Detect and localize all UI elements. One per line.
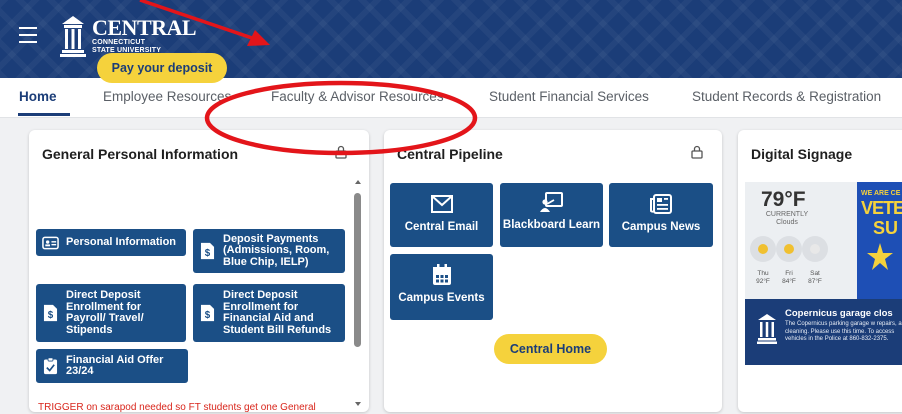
weather-conditions: Clouds [776, 219, 798, 226]
svg-text:$: $ [205, 310, 211, 321]
central-email-button[interactable]: Central Email [390, 183, 493, 247]
presentation-icon [539, 192, 563, 212]
button-label: Direct Deposit Enrollment for Financial … [223, 289, 332, 336]
notice-panel: Copernicus garage clos The Copernicus pa… [745, 299, 902, 365]
university-building-icon [757, 314, 777, 344]
personal-information-button[interactable]: Personal Information [36, 229, 186, 256]
id-card-icon [42, 236, 59, 249]
veterans-banner: WE ARE CE VETE SU [857, 182, 902, 299]
forecast-day-temp: 87°F [808, 278, 822, 285]
weather-panel: 79°F CURRENTLY Clouds Thu 92°F Fri 84°F … [745, 182, 857, 299]
trigger-notice-text: TRIGGER on sarapod needed so FT students… [38, 402, 316, 413]
forecast-day-name: Fri [785, 270, 793, 277]
button-label: Personal Information [66, 235, 177, 248]
main-nav: Home Employee Resources Faculty & Adviso… [0, 78, 902, 118]
scrollbar-thumb[interactable] [354, 193, 361, 347]
star-badge-icon [867, 243, 893, 270]
campus-events-button[interactable]: Campus Events [390, 254, 493, 320]
svg-text:$: $ [48, 310, 54, 321]
button-label: Central Email [404, 221, 479, 233]
logo-title: CENTRAL [92, 15, 197, 40]
financial-aid-offer-button[interactable]: Financial Aid Offer 23/24 [36, 349, 188, 383]
forecast-day-temp: 84°F [782, 278, 796, 285]
button-label: Blackboard Learn [502, 219, 601, 231]
central-home-button[interactable]: Central Home [494, 334, 607, 364]
card-title: General Personal Information [42, 146, 239, 162]
button-label: Campus News [621, 221, 701, 233]
weather-temp: 79°F [761, 188, 806, 211]
notice-text: The Copernicus parking garage w repairs,… [785, 321, 902, 342]
svg-text:$: $ [205, 248, 211, 259]
direct-deposit-financial-aid-button[interactable]: $ Direct Deposit Enrollment for Financia… [193, 284, 345, 342]
forecast-day: Sat 87°F [804, 270, 826, 286]
logo-line-1: CONNECTICUT [92, 39, 146, 46]
notice-title: Copernicus garage clos [785, 308, 893, 319]
weather-forecast-icons [750, 236, 828, 262]
weather-current-label: CURRENTLY [765, 211, 809, 218]
card-title: Digital Signage [751, 146, 853, 162]
direct-deposit-payroll-button[interactable]: $ Direct Deposit Enrollment for Payroll/… [36, 284, 186, 342]
forecast-day: Thu 92°F [752, 270, 774, 286]
forecast-day: Fri 84°F [778, 270, 800, 286]
active-tab-indicator [18, 113, 70, 116]
tab-student-records-registration[interactable]: Student Records & Registration [692, 89, 881, 104]
deposit-payments-button[interactable]: $ Deposit Payments (Admissions, Room, Bl… [193, 229, 345, 273]
campus-news-button[interactable]: Campus News [609, 183, 713, 247]
veterans-small-text: WE ARE CE [861, 190, 901, 197]
button-label: Campus Events [398, 292, 485, 304]
signage-display[interactable]: 79°F CURRENTLY Clouds Thu 92°F Fri 84°F … [745, 182, 902, 365]
blackboard-learn-button[interactable]: Blackboard Learn [500, 183, 603, 247]
tab-student-financial-services[interactable]: Student Financial Services [489, 89, 649, 104]
lock-icon[interactable] [690, 145, 704, 159]
university-logo[interactable]: CENTRAL CONNECTICUT STATE UNIVERSITY [60, 14, 197, 58]
dollar-doc-icon: $ [200, 242, 215, 260]
card-title: Central Pipeline [397, 146, 503, 162]
lock-icon[interactable] [334, 145, 348, 159]
calendar-icon [432, 264, 451, 285]
button-label: Financial Aid Offer 23/24 [66, 353, 164, 377]
button-label: Direct Deposit Enrollment for Payroll/ T… [66, 289, 144, 336]
forecast-day-name: Sat [810, 270, 820, 277]
pay-deposit-button[interactable]: Pay your deposit [97, 53, 227, 83]
newspaper-icon [650, 194, 672, 214]
forecast-day-temp: 92°F [756, 278, 770, 285]
tab-employee-resources[interactable]: Employee Resources [103, 89, 231, 104]
veterans-big-text-2: SU [873, 218, 899, 238]
forecast-day-name: Thu [757, 270, 769, 277]
logo-building-icon [60, 16, 86, 57]
dollar-doc-icon: $ [200, 304, 215, 322]
tab-faculty-advisor-resources[interactable]: Faculty & Advisor Resources [271, 89, 444, 104]
button-label: Deposit Payments (Admissions, Room, Blue… [223, 232, 330, 268]
tab-home[interactable]: Home [19, 89, 57, 104]
veterans-big-text: VETE [861, 198, 902, 218]
hamburger-menu-icon[interactable] [19, 27, 37, 43]
dollar-doc-icon: $ [43, 304, 58, 322]
envelope-icon [430, 195, 453, 213]
checklist-icon [43, 357, 58, 375]
